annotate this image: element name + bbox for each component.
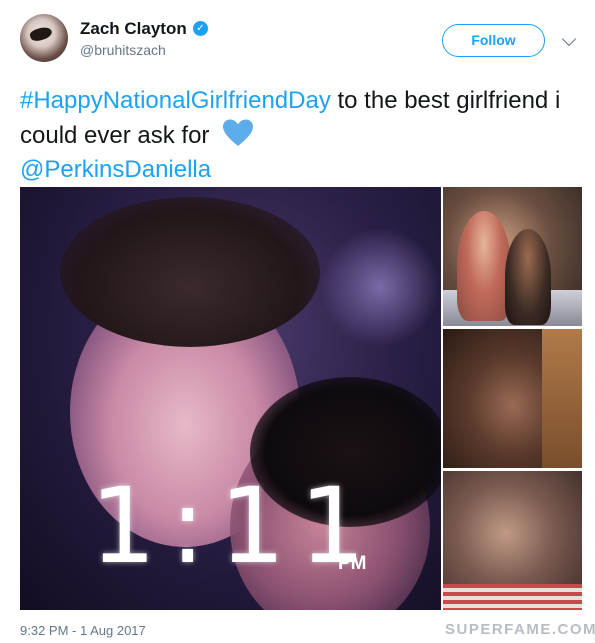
verified-badge-icon: ✓ xyxy=(193,21,208,36)
blue-heart-icon xyxy=(223,119,254,146)
display-name[interactable]: Zach Clayton xyxy=(80,19,187,39)
tweet-text: #HappyNationalGirlfriendDay to the best … xyxy=(20,84,580,187)
tweet-media-grid: 1:11 PM xyxy=(20,187,582,610)
watermark: SUPERFAME.COM xyxy=(445,621,595,638)
tweet-timestamp[interactable]: 9:32 PM - 1 Aug 2017 xyxy=(20,623,146,638)
photo-period-overlay: PM xyxy=(338,553,367,574)
side-photo-2[interactable] xyxy=(443,329,582,468)
follow-button[interactable]: Follow xyxy=(442,24,545,57)
chevron-down-icon[interactable] xyxy=(561,31,577,47)
hashtag-link[interactable]: #HappyNationalGirlfriendDay xyxy=(20,87,331,114)
side-photo-3[interactable] xyxy=(443,471,582,610)
main-photo[interactable]: 1:11 PM xyxy=(20,187,441,610)
mention-link[interactable]: @PerkinsDaniella xyxy=(20,156,211,183)
side-photo-1[interactable] xyxy=(443,187,582,326)
profile-avatar[interactable] xyxy=(20,14,68,62)
user-handle[interactable]: @bruhitszach xyxy=(80,42,166,58)
photo-time-overlay: 1:11 xyxy=(90,465,380,587)
